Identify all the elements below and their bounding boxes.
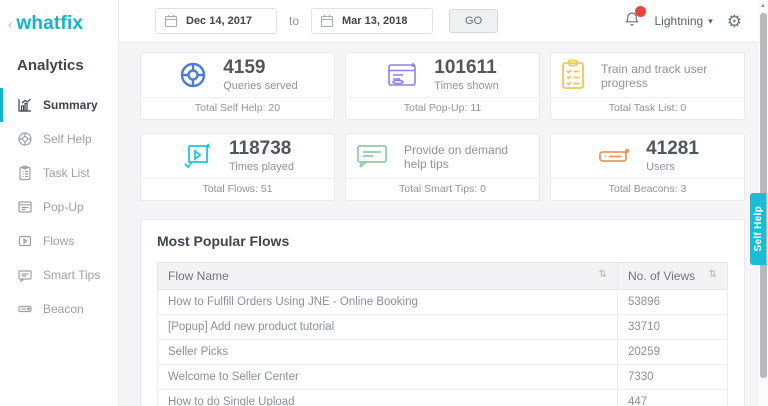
sidebar-item-label: Self Help xyxy=(43,132,92,146)
date-from-input[interactable]: Dec 14, 2017 xyxy=(155,8,277,34)
stat-label: Users xyxy=(646,161,699,173)
most-popular-flows-panel: Most Popular Flows Flow Name ⇅ No. of Vi… xyxy=(140,219,745,406)
column-header-no-of-views[interactable]: No. of Views ⇅ xyxy=(618,263,728,290)
table-row[interactable]: Welcome to Seller Center 7330 xyxy=(158,365,728,390)
sidebar-item-label: Summary xyxy=(43,98,98,112)
scrollbar-up-arrow-icon[interactable]: ▲ xyxy=(758,0,768,9)
sidebar-item-label: Pop-Up xyxy=(43,200,84,214)
flows-table: Flow Name ⇅ No. of Views ⇅ How to Fulfil… xyxy=(157,262,728,406)
stat-label: Times shown xyxy=(434,80,498,92)
notification-badge xyxy=(635,6,646,17)
flow-name-cell: [Popup] Add new product tutorial xyxy=(158,315,618,340)
stat-value: 118738 xyxy=(229,139,294,160)
stat-value: 4159 xyxy=(223,58,298,79)
logo-row: ‹ whatfix xyxy=(0,0,118,47)
panel-title: Most Popular Flows xyxy=(157,233,728,249)
sidebar-item-summary[interactable]: Summary xyxy=(0,88,118,122)
calendar-icon xyxy=(164,14,178,28)
flow-name-cell: How to Fulfill Orders Using JNE - Online… xyxy=(158,290,618,315)
self-help-tab-label: Self Help xyxy=(753,206,764,252)
stat-value: 101611 xyxy=(434,58,498,79)
stat-footer: Total Smart Tips: 0 xyxy=(346,178,539,200)
window-icon xyxy=(17,199,33,215)
sidebar-item-self-help[interactable]: Self Help xyxy=(0,122,118,156)
whatfix-logo[interactable]: whatfix xyxy=(16,13,83,35)
clipboard-checklist-icon xyxy=(559,59,587,91)
stat-card-pop-up: 101611 Times shown Total Pop-Up: 11 xyxy=(345,52,540,120)
stat-card-flows: 118738 Times played Total Flows: 51 xyxy=(140,133,335,201)
go-button[interactable]: GO xyxy=(449,9,498,33)
stat-footer: Total Pop-Up: 11 xyxy=(346,97,539,119)
stat-card-beacon: 41281 Users Total Beacons: 3 xyxy=(550,133,745,201)
account-dropdown[interactable]: Lightning ▾ xyxy=(655,14,713,28)
stat-footer: Total Flows: 51 xyxy=(141,178,334,200)
stat-label: Times played xyxy=(229,161,294,173)
beacon-pill-icon xyxy=(17,301,33,317)
stat-footer: Total Beacons: 3 xyxy=(551,178,744,200)
flow-play-icon xyxy=(181,140,215,172)
stat-footer: Total Task List: 0 xyxy=(551,97,744,119)
sidebar-item-label: Beacon xyxy=(43,302,84,316)
views-cell: 33710 xyxy=(618,315,728,340)
stat-label: Queries served xyxy=(223,80,298,92)
views-cell: 7330 xyxy=(618,365,728,390)
self-help-widget-tab[interactable]: Self Help xyxy=(750,193,766,265)
column-header-flow-name[interactable]: Flow Name ⇅ xyxy=(158,263,618,290)
sidebar-item-label: Task List xyxy=(43,166,90,180)
sidebar-item-task-list[interactable]: Task List xyxy=(0,156,118,190)
clipboard-list-icon xyxy=(17,165,33,181)
sidebar: ‹ whatfix Analytics Summary Self Help Ta… xyxy=(0,0,119,406)
stat-label: Provide on demand help tips xyxy=(404,143,531,171)
sidebar-item-beacon[interactable]: Beacon xyxy=(0,292,118,326)
topbar: Dec 14, 2017 to Mar 13, 2018 GO Lightnin… xyxy=(119,0,768,43)
analytics-section-title: Analytics xyxy=(0,47,118,88)
date-to-value: Mar 13, 2018 xyxy=(342,15,407,27)
stat-card-task-list: Train and track user progress Total Task… xyxy=(550,52,745,120)
collapse-sidebar-icon[interactable]: ‹ xyxy=(8,17,12,32)
play-bubble-icon xyxy=(17,233,33,249)
message-bubble-icon xyxy=(17,267,33,283)
main-content: 4159 Queries served Total Self Help: 20 … xyxy=(119,43,768,406)
topbar-right: Lightning ▾ ⚙ xyxy=(623,10,743,33)
sidebar-item-label: Smart Tips xyxy=(43,268,100,282)
table-row[interactable]: Seller Picks 20259 xyxy=(158,340,728,365)
views-cell: 447 xyxy=(618,390,728,406)
stat-footer: Total Self Help: 20 xyxy=(141,97,334,119)
date-from-value: Dec 14, 2017 xyxy=(186,15,252,27)
lifebuoy-icon xyxy=(177,59,209,91)
beacon-icon xyxy=(596,143,632,169)
sort-icon[interactable]: ⇅ xyxy=(599,269,607,280)
table-row[interactable]: How to do Single Upload 447 xyxy=(158,390,728,406)
sidebar-item-label: Flows xyxy=(43,234,74,248)
flow-name-cell: Seller Picks xyxy=(158,340,618,365)
sidebar-item-smart-tips[interactable]: Smart Tips xyxy=(0,258,118,292)
flow-name-cell: Welcome to Seller Center xyxy=(158,365,618,390)
popup-window-icon xyxy=(386,60,420,90)
table-row[interactable]: How to Fulfill Orders Using JNE - Online… xyxy=(158,290,728,315)
lifebuoy-icon xyxy=(17,131,33,147)
flow-name-cell: How to do Single Upload xyxy=(158,390,618,406)
stat-value: 41281 xyxy=(646,139,699,160)
sidebar-item-flows[interactable]: Flows xyxy=(0,224,118,258)
stat-cards-grid: 4159 Queries served Total Self Help: 20 … xyxy=(140,52,745,201)
date-to-input[interactable]: Mar 13, 2018 xyxy=(311,8,433,34)
table-row[interactable]: [Popup] Add new product tutorial 33710 xyxy=(158,315,728,340)
stat-card-smart-tips: Provide on demand help tips Total Smart … xyxy=(345,133,540,201)
smart-tip-bubble-icon xyxy=(354,142,390,170)
settings-gear-icon[interactable]: ⚙ xyxy=(727,13,742,30)
calendar-icon xyxy=(320,14,334,28)
views-cell: 53896 xyxy=(618,290,728,315)
views-cell: 20259 xyxy=(618,340,728,365)
sort-icon[interactable]: ⇅ xyxy=(709,269,717,280)
date-range-to-label: to xyxy=(289,14,299,28)
chevron-down-icon: ▾ xyxy=(708,16,713,27)
stat-card-self-help: 4159 Queries served Total Self Help: 20 xyxy=(140,52,335,120)
notifications-bell-icon[interactable] xyxy=(623,10,641,33)
account-name: Lightning xyxy=(655,14,704,28)
bar-chart-icon xyxy=(17,97,33,113)
sidebar-item-pop-up[interactable]: Pop-Up xyxy=(0,190,118,224)
stat-label: Train and track user progress xyxy=(601,62,736,90)
